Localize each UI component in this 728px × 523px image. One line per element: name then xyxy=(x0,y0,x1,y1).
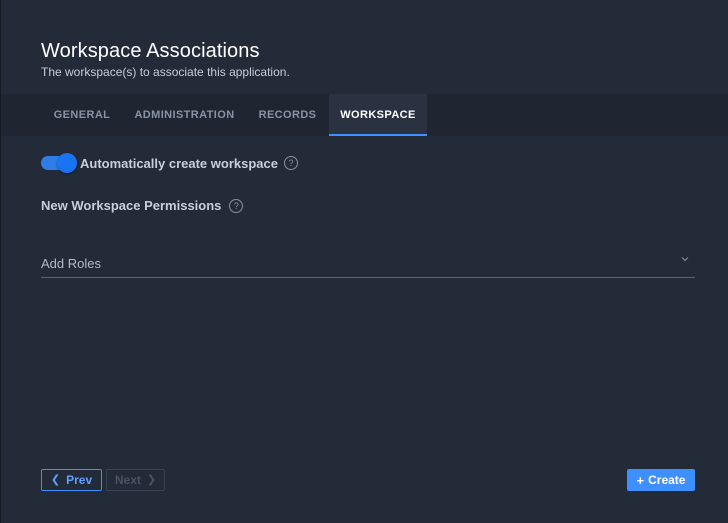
chevron-down-icon xyxy=(681,257,689,262)
tab-workspace[interactable]: WORKSPACE xyxy=(329,94,427,136)
toggle-knob xyxy=(57,153,77,173)
next-button[interactable]: Next ❯ xyxy=(106,469,165,491)
create-button[interactable]: + Create xyxy=(627,469,695,491)
question-circle-icon[interactable]: ? xyxy=(283,156,298,170)
prev-button[interactable]: ❮ Prev xyxy=(41,469,102,491)
create-button-label: Create xyxy=(648,473,686,487)
tab-records[interactable]: RECORDS xyxy=(246,94,329,136)
page-title: Workspace Associations xyxy=(41,40,260,62)
chevron-left-icon: ❮ xyxy=(50,473,61,486)
add-roles-select[interactable]: Add Roles xyxy=(41,253,695,278)
auto-create-label: Automatically create workspace xyxy=(80,155,278,171)
tab-general[interactable]: GENERAL xyxy=(41,94,123,136)
tab-bar: GENERAL ADMINISTRATION RECORDS WORKSPACE xyxy=(1,94,728,136)
next-button-label: Next xyxy=(114,473,141,487)
permissions-row: New Workspace Permissions ? xyxy=(41,198,244,213)
auto-create-toggle[interactable] xyxy=(41,153,77,173)
prev-button-label: Prev xyxy=(66,473,93,487)
question-circle-icon[interactable]: ? xyxy=(229,198,244,213)
auto-create-row: Automatically create workspace ? xyxy=(41,153,298,173)
tab-administration[interactable]: ADMINISTRATION xyxy=(123,94,246,136)
workspace-dialog: Workspace Associations The workspace(s) … xyxy=(0,0,728,523)
permissions-label: New Workspace Permissions xyxy=(41,198,222,213)
dialog-header: Workspace Associations The workspace(s) … xyxy=(1,0,728,94)
plus-icon: + xyxy=(636,472,645,488)
add-roles-placeholder: Add Roles xyxy=(41,256,101,271)
tab-content: Automatically create workspace ? New Wor… xyxy=(1,136,728,523)
chevron-right-icon: ❯ xyxy=(146,473,157,486)
page-subtitle: The workspace(s) to associate this appli… xyxy=(41,65,290,79)
